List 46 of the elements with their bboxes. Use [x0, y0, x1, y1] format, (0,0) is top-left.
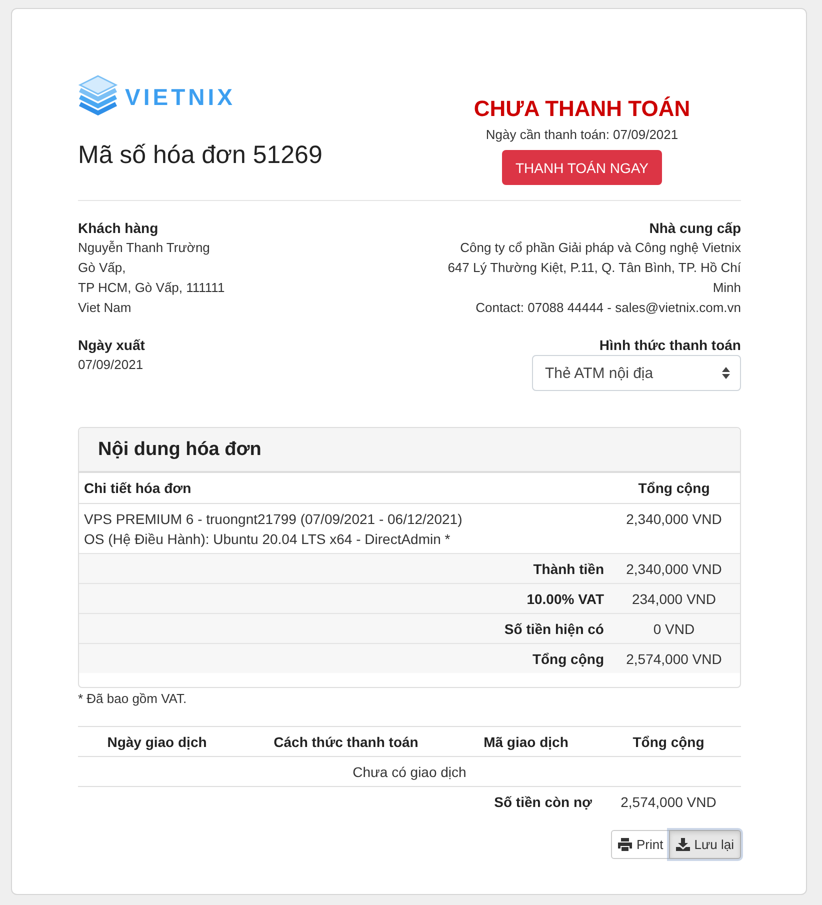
column-header: Chi tiết hóa đơn	[83, 480, 192, 496]
total-amount: 2,574,000 VND	[625, 650, 723, 666]
issue-date-heading: Ngày xuất	[78, 336, 145, 355]
column-header: Tổng cộng	[632, 734, 706, 750]
save-button[interactable]: Lưu lại	[669, 830, 741, 859]
column-header: Cách thức thanh toán	[272, 734, 420, 750]
customer-heading: Khách hàng	[78, 219, 160, 238]
stacked-layers-icon	[78, 75, 118, 118]
column-header: Ngày giao dịch	[106, 734, 208, 750]
payment-method-heading: Hình thức thanh toán	[599, 336, 741, 355]
supplier-info-line: Contact: 07088 44444 - sales@vietnix.com.vn	[474, 299, 741, 317]
download-icon	[676, 838, 690, 851]
pay-now-button[interactable]: THANH TOÁN NGAY	[502, 150, 662, 185]
supplier-heading: Nhà cung cấp	[649, 219, 741, 238]
customer-info-line: Viet Nam	[78, 299, 132, 317]
total-amount: 0 VND	[652, 620, 696, 636]
panel-title: Nội dung hóa đơn	[98, 438, 262, 460]
supplier-info-line: 647 Lý Thường Kiệt, P.11, Q. Tân Bình, TP. Hồ Chí Minh	[446, 259, 741, 297]
payment-method-select[interactable]: Thẻ ATM nội địa	[532, 355, 741, 391]
customer-info-line: Nguyễn Thanh Trường	[78, 239, 211, 257]
balance-amount: 2,574,000 VND	[620, 794, 718, 810]
column-header: Mã giao dịch	[482, 734, 570, 750]
print-button[interactable]: Print	[611, 830, 670, 859]
item-amount: 2,340,000 VND	[625, 510, 723, 529]
customer-info-line: Gò Vấp,	[78, 259, 127, 277]
balance-label: Số tiền còn nợ	[493, 794, 593, 810]
invoice-title: Mã số hóa đơn 51269	[78, 140, 322, 170]
vat-note: * Đã bao gồm VAT.	[78, 690, 188, 708]
total-label: Tổng cộng	[531, 650, 605, 666]
select-arrows-icon	[722, 367, 730, 379]
total-amount: 234,000 VND	[630, 590, 718, 606]
empty-message: Chưa có giao dịch	[352, 764, 468, 780]
printer-icon	[618, 838, 632, 851]
column-header: Tổng cộng	[637, 480, 711, 496]
payment-status: CHƯA THANH TOÁN	[474, 95, 690, 123]
customer-info-line: TP HCM, Gò Vấp, 111111	[78, 279, 225, 297]
item-description-line: OS (Hệ Điều Hành): Ubuntu 20.04 LTS x64 - DirectAdmin *	[84, 530, 452, 549]
total-label: Thành tiền	[532, 560, 605, 576]
due-date: Ngày cần thanh toán: 07/09/2021	[486, 126, 678, 144]
issue-date-value: 07/09/2021	[78, 356, 144, 374]
total-label: Số tiền hiện có	[503, 620, 605, 636]
supplier-info-line: Công ty cổ phần Giải pháp và Công nghệ Vietnix	[459, 239, 741, 257]
total-label: 10.00% VAT	[526, 590, 605, 606]
logo-text: VIETNIX	[125, 84, 236, 110]
item-description-line: VPS PREMIUM 6 - truongnt21799 (07/09/2021 - 06/12/2021)	[84, 510, 464, 529]
total-amount: 2,340,000 VND	[625, 560, 723, 576]
